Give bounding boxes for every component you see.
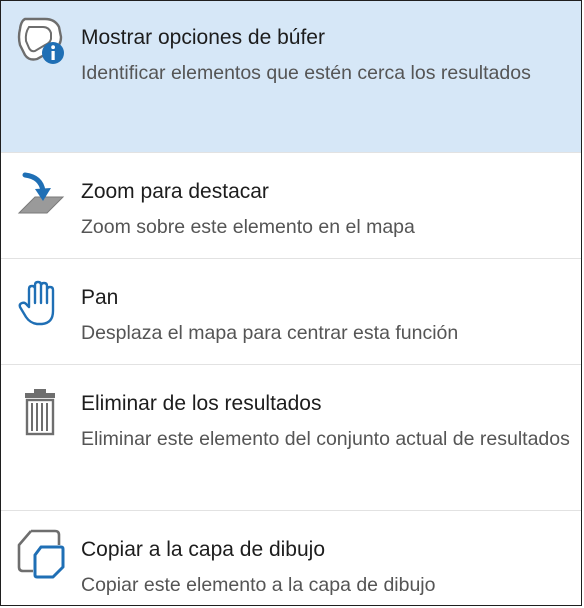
menu-item-title: Mostrar opciones de búfer bbox=[81, 26, 325, 49]
menu-item-title: Zoom para destacar bbox=[81, 180, 269, 203]
menu-item-description: Identificar elementos que estén cerca lo… bbox=[81, 62, 531, 84]
copy-to-drawing-layer-icon bbox=[15, 527, 67, 579]
menu-item-remove-from-results[interactable]: Eliminar de los resultados Eliminar este… bbox=[1, 365, 581, 511]
menu-item-pan[interactable]: Pan Desplaza el mapa para centrar esta f… bbox=[1, 259, 581, 365]
trash-icon bbox=[15, 387, 67, 439]
menu-item-zoom-to-feature[interactable]: Zoom para destacar Zoom sobre este eleme… bbox=[1, 153, 581, 259]
menu-item-show-buffer-options[interactable]: Mostrar opciones de búfer Identificar el… bbox=[1, 1, 581, 153]
menu-item-description: Copiar este elemento a la capa de dibujo bbox=[81, 574, 436, 596]
menu-item-description: Desplaza el mapa para centrar esta funci… bbox=[81, 322, 459, 344]
context-menu: Mostrar opciones de búfer Identificar el… bbox=[0, 0, 582, 606]
menu-item-title: Eliminar de los resultados bbox=[81, 392, 322, 415]
pan-hand-icon bbox=[15, 277, 67, 329]
menu-item-description: Zoom sobre este elemento en el mapa bbox=[81, 216, 415, 238]
zoom-to-feature-icon bbox=[15, 167, 67, 219]
menu-item-description: Eliminar este elemento del conjunto actu… bbox=[81, 428, 570, 450]
menu-item-title: Pan bbox=[81, 286, 119, 309]
menu-item-copy-to-drawing-layer[interactable]: Copiar a la capa de dibujo Copiar este e… bbox=[1, 511, 581, 605]
buffer-info-icon bbox=[15, 15, 67, 67]
menu-item-title: Copiar a la capa de dibujo bbox=[81, 538, 326, 561]
